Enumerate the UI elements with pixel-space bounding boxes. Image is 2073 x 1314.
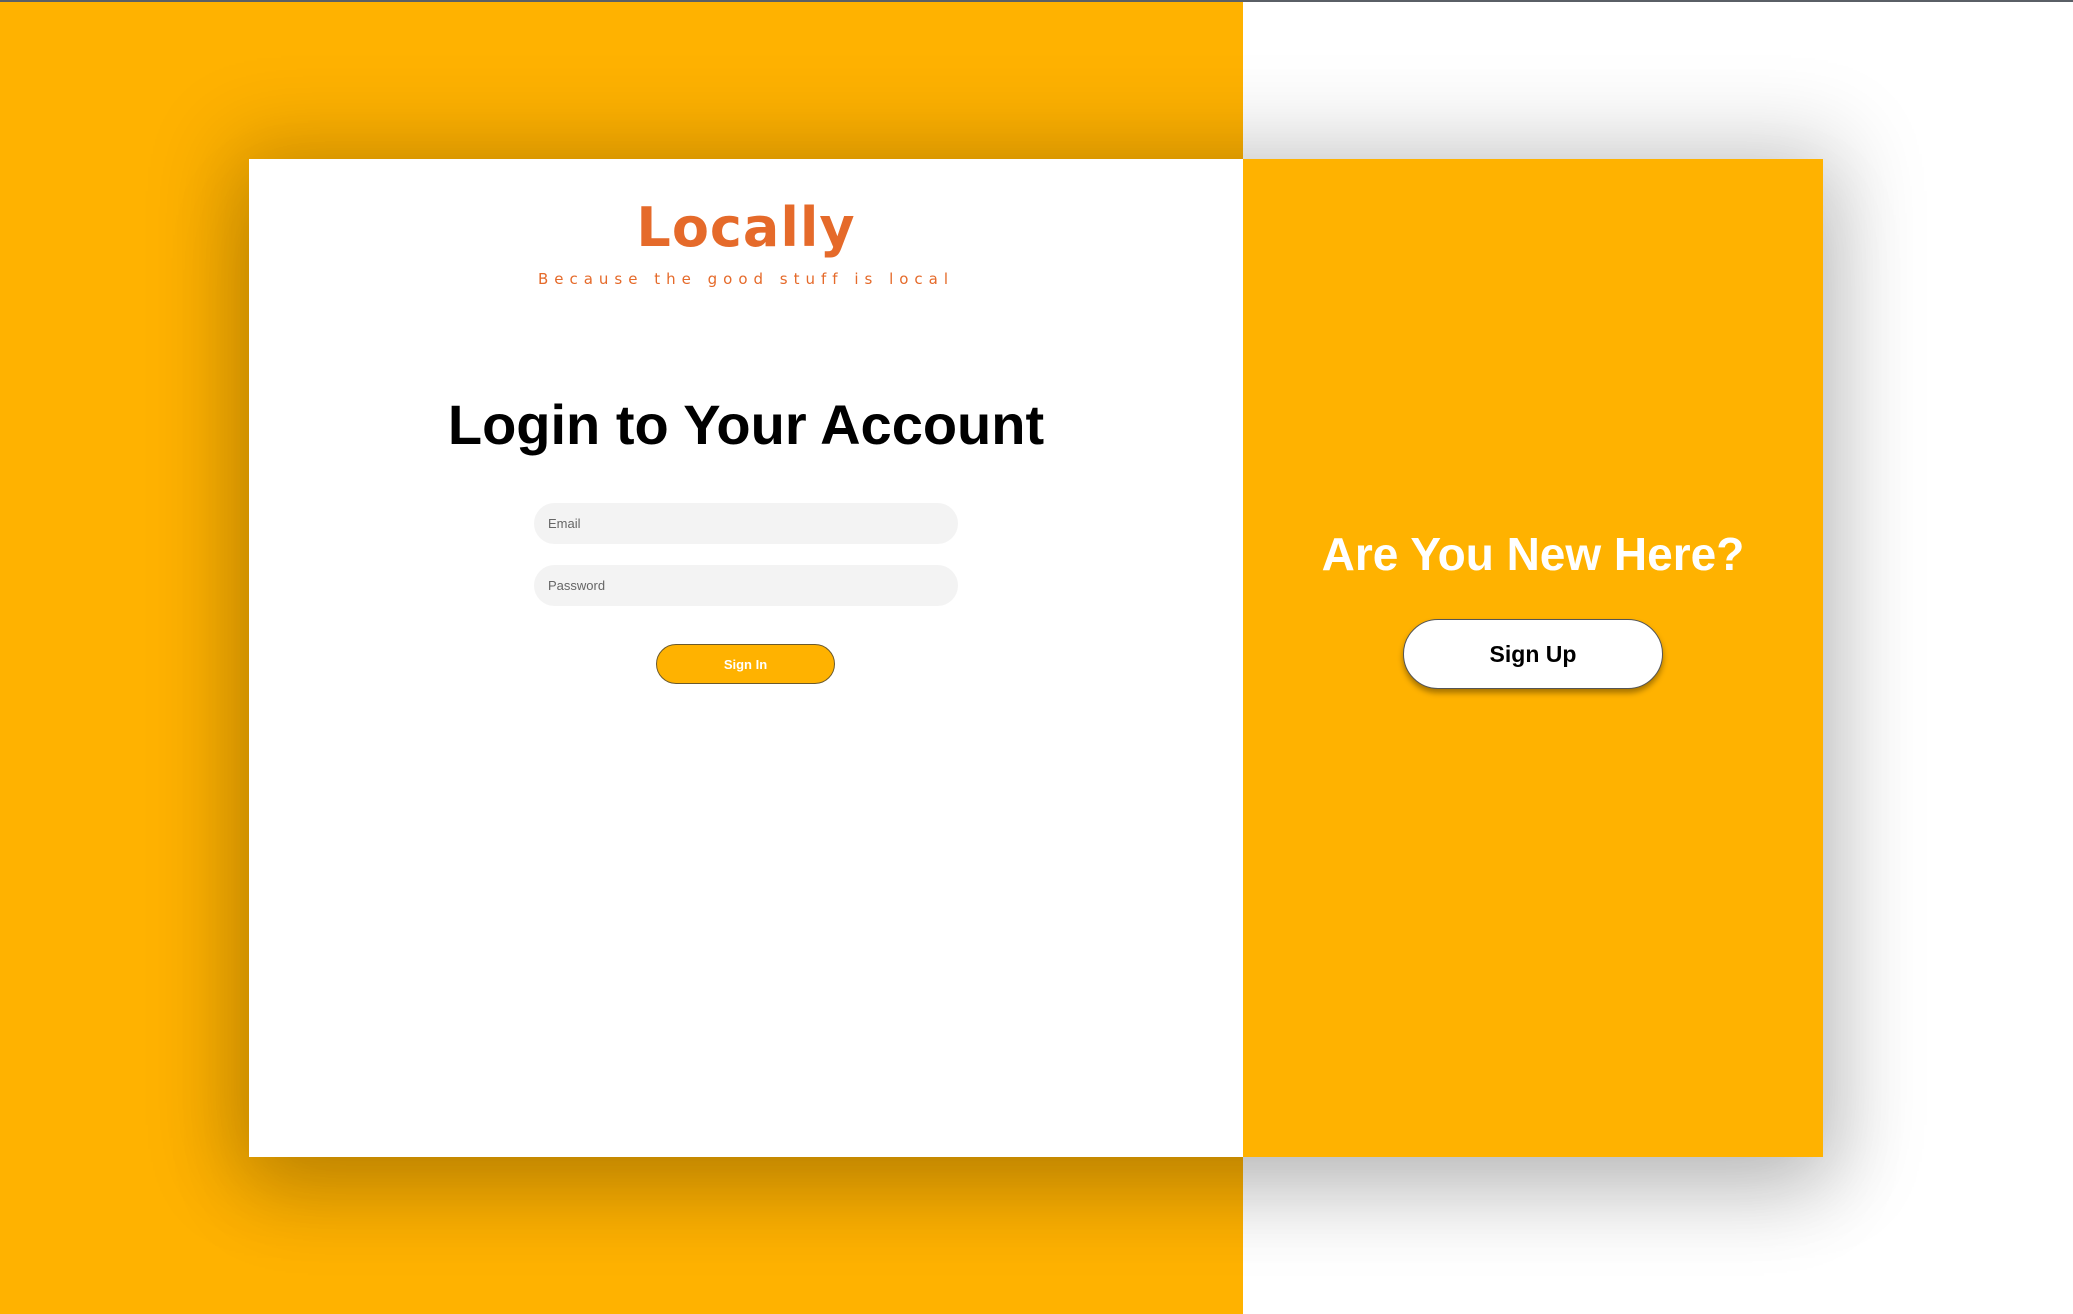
email-field[interactable] [534, 503, 958, 544]
sign-in-button[interactable]: Sign In [656, 644, 835, 684]
sign-up-button[interactable]: Sign Up [1403, 619, 1663, 689]
auth-card: Locally Because the good stuff is local … [249, 159, 1823, 1157]
signup-heading: Are You New Here? [1321, 528, 1745, 580]
brand-logo: Locally [636, 196, 856, 259]
password-field[interactable] [534, 565, 958, 606]
signup-panel: Are You New Here? Sign Up [1243, 159, 1823, 1157]
login-heading: Login to Your Account [447, 393, 1045, 456]
login-panel: Locally Because the good stuff is local … [249, 159, 1243, 1157]
brand-tagline: Because the good stuff is local [537, 270, 955, 288]
top-border [0, 0, 2073, 2]
